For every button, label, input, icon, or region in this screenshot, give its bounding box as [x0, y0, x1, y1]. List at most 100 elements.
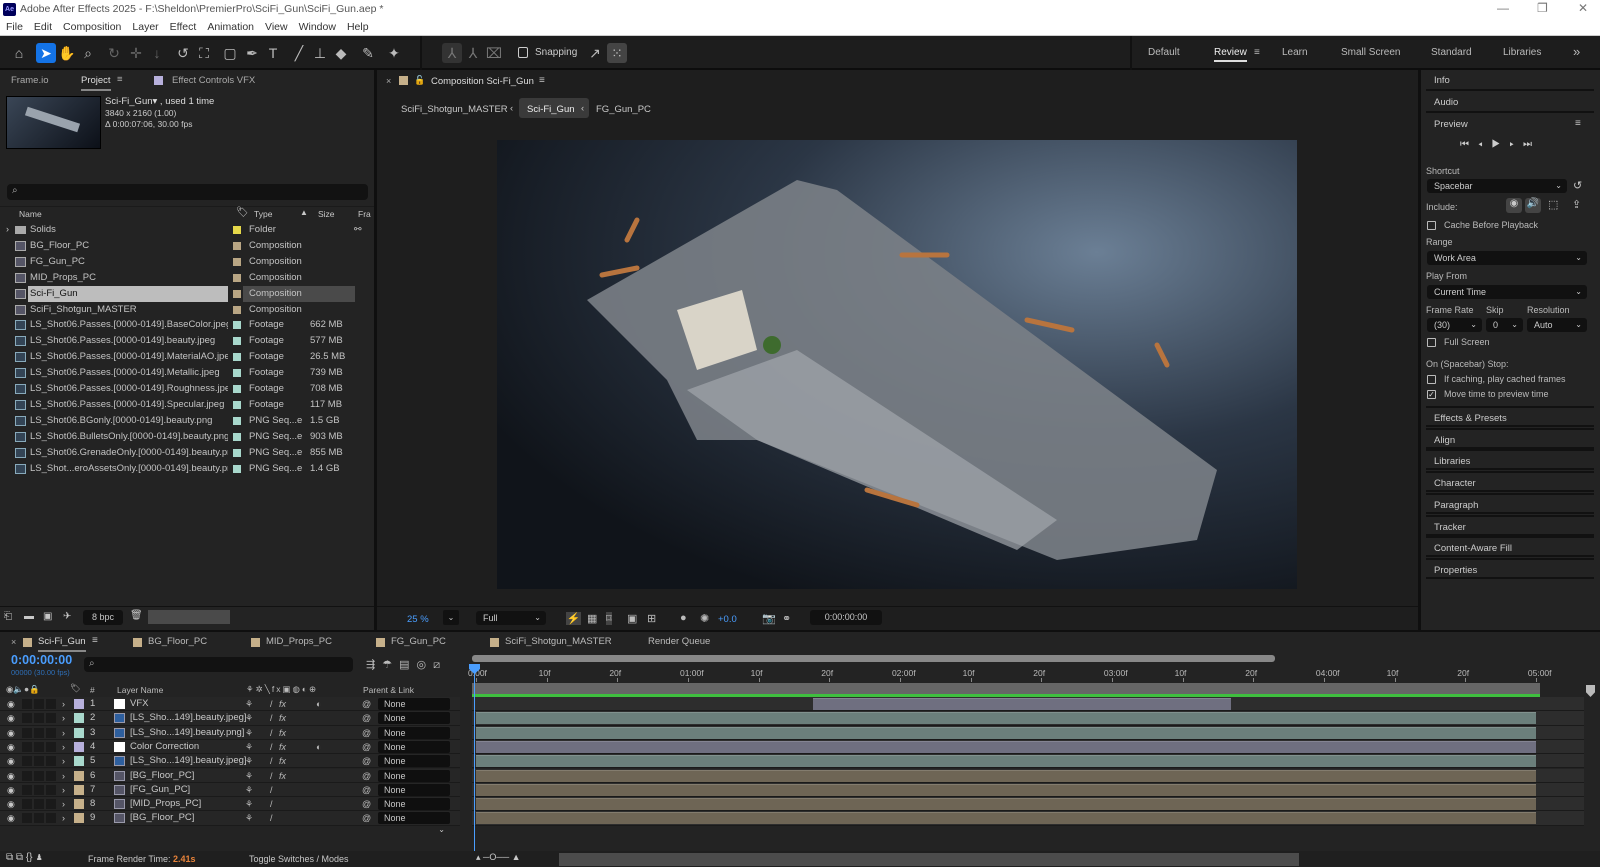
solo-toggle[interactable]	[34, 741, 44, 752]
label-swatch[interactable]	[74, 770, 84, 781]
parent-dropdown[interactable]: None⌄	[378, 769, 450, 792]
close-tab-icon[interactable]: ×	[386, 76, 391, 86]
expand-chevron-icon[interactable]: ›	[62, 783, 65, 797]
label-swatch[interactable]	[233, 273, 241, 282]
shy-switch-icon[interactable]: ⚘	[245, 797, 253, 811]
label-swatch[interactable]	[233, 400, 241, 409]
parent-dropdown[interactable]: None⌄	[378, 712, 450, 734]
home-icon[interactable]: ⌂	[9, 43, 29, 63]
workspace-overflow-icon[interactable]: »	[1573, 44, 1580, 59]
viewer-timecode[interactable]: 0:00:00:00	[810, 610, 882, 625]
quality-switch-icon[interactable]: /	[270, 783, 273, 797]
expand-chevron-icon[interactable]: ›	[62, 769, 65, 783]
layer-row[interactable]: ◉ › 3 [LS_Sho...149].beauty.png]⚘ / fx @ None⌄	[0, 725, 460, 749]
column-size[interactable]: Size	[318, 209, 335, 219]
tab-project[interactable]: Project	[81, 75, 111, 91]
next-frame-icon[interactable]: ▸	[1509, 139, 1523, 150]
label-swatch[interactable]	[74, 784, 84, 795]
clone-stamp-icon[interactable]: ⊥	[310, 43, 330, 63]
eye-icon[interactable]: ◉	[7, 769, 15, 783]
pick-whip-icon[interactable]: @	[362, 783, 371, 797]
project-item[interactable]: BG_Floor_PC Composition	[4, 238, 356, 254]
label-swatch[interactable]	[74, 756, 84, 767]
pick-whip-icon[interactable]: @	[362, 711, 371, 725]
panel-section-properties[interactable]: Properties	[1426, 557, 1594, 579]
project-search-input[interactable]: ⌕	[7, 184, 368, 200]
expand-chevron-icon[interactable]: ›	[6, 222, 9, 238]
project-item[interactable]: MID_Props_PC Composition	[4, 270, 356, 286]
playhead[interactable]	[474, 664, 475, 854]
lock-toggle[interactable]	[46, 699, 56, 709]
parent-dropdown[interactable]: None⌄	[378, 740, 450, 763]
panel-section-character[interactable]: Character	[1426, 471, 1594, 493]
solo-toggle[interactable]	[34, 813, 44, 824]
expand-chevron-icon[interactable]: ›	[62, 711, 65, 725]
frame-rate-dropdown[interactable]: (30) ⌄	[1427, 318, 1482, 332]
column-type[interactable]: Type	[254, 209, 272, 219]
project-item[interactable]: SciFi_Shotgun_MASTER Composition	[4, 302, 356, 318]
layer-duration-bar[interactable]	[476, 726, 1536, 739]
breadcrumb-scifi-shotgun-master[interactable]: SciFi_Shotgun_MASTER	[401, 104, 508, 115]
workspace-learn[interactable]: Learn	[1282, 47, 1308, 58]
orbit-tool-icon[interactable]: ↻	[104, 43, 124, 63]
label-swatch[interactable]	[233, 416, 241, 425]
comp-flowchart-icon[interactable]: ⇶	[366, 659, 382, 671]
project-item[interactable]: Sci-Fi_Gun Composition	[4, 285, 356, 302]
project-item[interactable]: LS_Shot06.Passes.[0000-0149].Metallic.jp…	[4, 365, 356, 381]
shy-switch-icon[interactable]: ⚘	[245, 754, 253, 768]
expand-chevron-icon[interactable]: ›	[62, 754, 65, 768]
audio-toggle[interactable]	[22, 727, 32, 738]
label-swatch[interactable]	[233, 432, 241, 441]
eraser-tool-icon[interactable]: ◆	[331, 43, 351, 63]
label-swatch[interactable]	[233, 464, 241, 473]
zoom-slider[interactable]: ▴ ─O── ▲	[476, 852, 521, 863]
mask-visibility-icon[interactable]: ⌑	[606, 612, 612, 625]
preview-menu-icon[interactable]: ≡	[1575, 118, 1581, 129]
cache-before-playback-checkbox[interactable]	[1427, 221, 1436, 230]
audio-panel-header[interactable]: Audio	[1426, 92, 1594, 113]
anchor-tool-icon[interactable]: ⛶	[194, 43, 214, 63]
play-from-dropdown[interactable]: Current Time ⌄	[1427, 285, 1587, 299]
parent-dropdown[interactable]: None⌄	[378, 783, 450, 806]
project-item[interactable]: LS_Shot06.BGonly.[0000-0149].beauty.png P…	[4, 413, 356, 429]
snapping-checkbox[interactable]	[518, 47, 528, 58]
audio-toggle[interactable]	[22, 813, 32, 824]
label-swatch[interactable]	[233, 257, 241, 266]
close-tab-icon[interactable]: ×	[11, 637, 16, 647]
quality-switch-icon[interactable]: /	[270, 726, 273, 740]
roto-brush-icon[interactable]: ✎	[358, 43, 378, 63]
tab-effect-controls[interactable]: Effect Controls VFX	[172, 75, 255, 86]
shy-switch-icon[interactable]: ⚘	[245, 811, 253, 825]
timeline-tab[interactable]: SciFi_Shotgun_MASTER	[505, 636, 612, 647]
menu-composition[interactable]: Composition	[63, 21, 121, 33]
shy-switch-icon[interactable]: ⚘	[245, 769, 253, 783]
snapshot-icon[interactable]: 📷	[762, 612, 776, 625]
label-swatch[interactable]	[74, 799, 84, 810]
workspace-menu-icon[interactable]: ≡	[1254, 47, 1260, 58]
shy-switch-icon[interactable]: ⚘	[245, 697, 253, 711]
parent-dropdown[interactable]: None⌄	[378, 698, 450, 720]
menu-window[interactable]: Window	[299, 21, 336, 33]
workspace-default[interactable]: Default	[1148, 47, 1180, 58]
label-swatch[interactable]	[74, 713, 84, 724]
quality-switch-icon[interactable]: /	[270, 769, 273, 783]
lock-toggle[interactable]	[46, 770, 56, 781]
rectangle-tool-icon[interactable]: ▢	[220, 43, 240, 63]
last-frame-icon[interactable]: ⏭	[1523, 139, 1541, 150]
fx-switch-icon[interactable]: fx	[279, 740, 286, 754]
reset-icon[interactable]: ↺	[1573, 179, 1582, 192]
lock-toggle[interactable]	[46, 741, 56, 752]
shy-switch-icon[interactable]: ⚘	[245, 711, 253, 725]
quality-switch-icon[interactable]: /	[270, 754, 273, 768]
composition-tab[interactable]: Composition Sci-Fi_Gun	[431, 76, 534, 87]
transparency-grid-icon[interactable]: ▦	[587, 612, 597, 625]
pick-whip-icon[interactable]: @	[362, 754, 371, 768]
layer-name[interactable]: [LS_Sho...149].beauty.jpeg]	[130, 711, 247, 725]
label-swatch[interactable]	[233, 337, 241, 346]
shy-switch-icon[interactable]: ⚘	[245, 726, 253, 740]
layer-duration-bar[interactable]	[476, 755, 1536, 768]
grid-guides-icon[interactable]: ⊞	[647, 612, 656, 625]
menu-help[interactable]: Help	[347, 21, 369, 33]
eye-icon[interactable]: ◉	[7, 811, 15, 825]
new-folder-icon[interactable]: ▬	[24, 611, 34, 622]
